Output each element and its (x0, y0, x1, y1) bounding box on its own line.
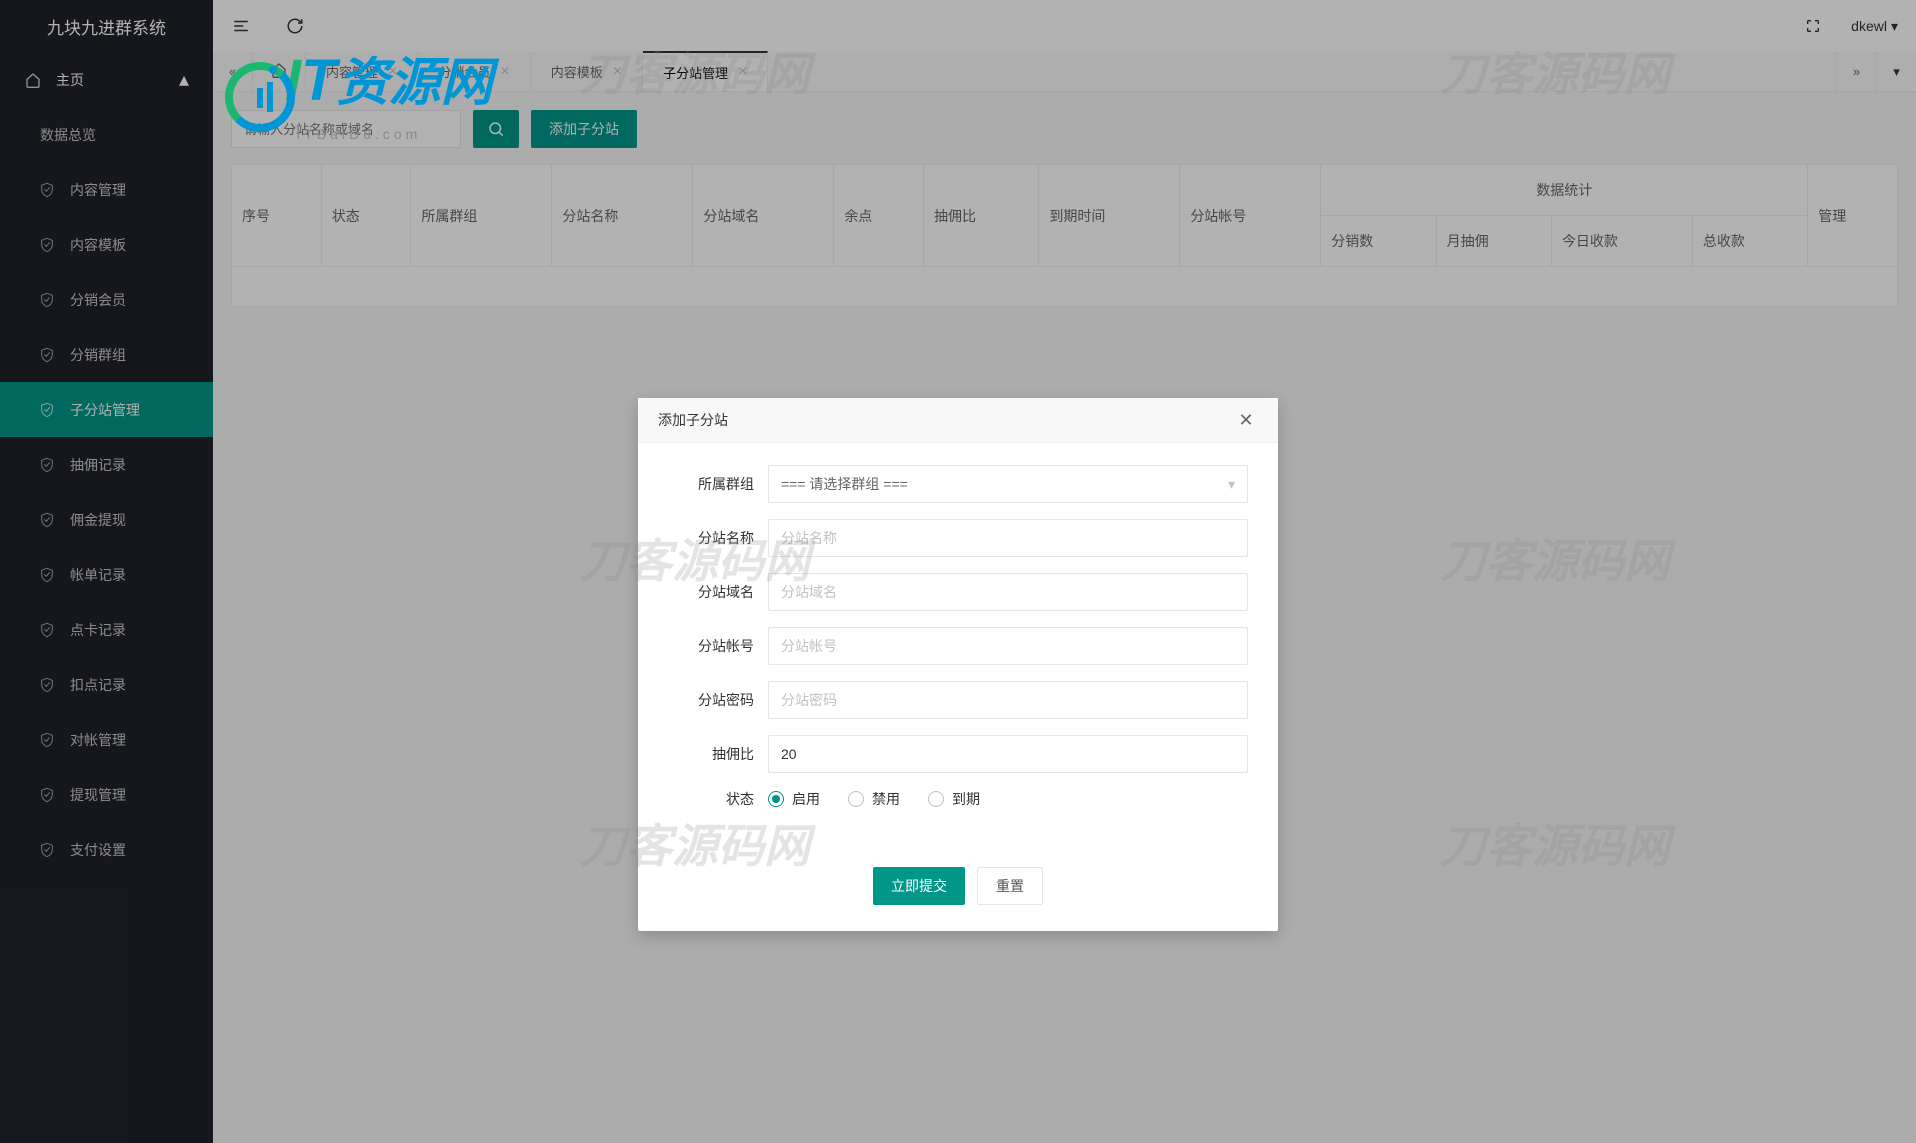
label-password: 分站密码 (668, 690, 768, 710)
label-domain: 分站域名 (668, 582, 768, 602)
account-input[interactable] (768, 627, 1248, 665)
label-name: 分站名称 (668, 528, 768, 548)
group-select[interactable]: === 请选择群组 === ▾ (768, 465, 1248, 503)
modal-title: 添加子分站 (658, 410, 728, 430)
password-input[interactable] (768, 681, 1248, 719)
label-account: 分站帐号 (668, 636, 768, 656)
label-commission: 抽佣比 (668, 744, 768, 764)
status-radio-group: 启用 禁用 到期 (768, 789, 1248, 809)
name-input[interactable] (768, 519, 1248, 557)
label-status: 状态 (668, 789, 768, 809)
reset-button[interactable]: 重置 (977, 867, 1043, 905)
modal-header: 添加子分站 ✕ (638, 398, 1278, 443)
radio-expired[interactable]: 到期 (928, 789, 980, 809)
domain-input[interactable] (768, 573, 1248, 611)
radio-icon (768, 791, 784, 807)
label-group: 所属群组 (668, 474, 768, 494)
chevron-down-icon: ▾ (1228, 476, 1235, 493)
radio-enabled[interactable]: 启用 (768, 789, 820, 809)
modal-body: 所属群组 === 请选择群组 === ▾ 分站名称 分站域名 分站帐号 分站密码 (638, 443, 1278, 847)
radio-icon (928, 791, 944, 807)
radio-disabled[interactable]: 禁用 (848, 789, 900, 809)
modal-overlay[interactable]: 添加子分站 ✕ 所属群组 === 请选择群组 === ▾ 分站名称 分站域名 分… (0, 0, 1916, 1143)
radio-icon (848, 791, 864, 807)
commission-input[interactable] (768, 735, 1248, 773)
submit-button[interactable]: 立即提交 (873, 867, 965, 905)
modal-footer: 立即提交 重置 (638, 847, 1278, 931)
close-icon[interactable]: ✕ (1234, 408, 1258, 432)
modal: 添加子分站 ✕ 所属群组 === 请选择群组 === ▾ 分站名称 分站域名 分… (638, 398, 1278, 931)
